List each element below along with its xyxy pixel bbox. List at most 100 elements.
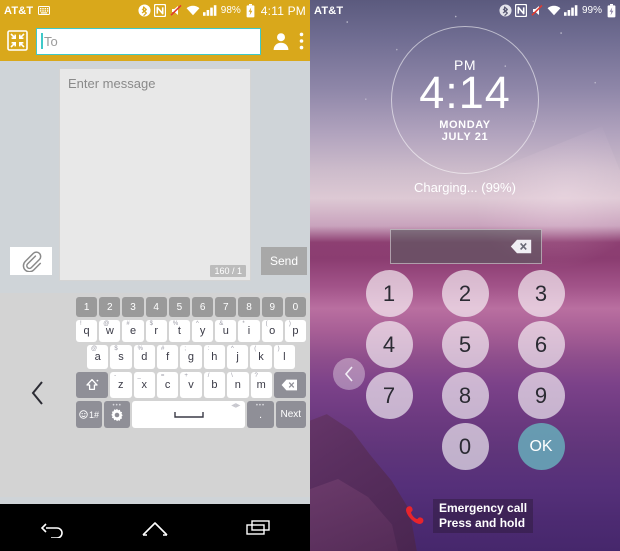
key-x[interactable]: _ x <box>133 372 155 398</box>
key-e-sup: # <box>126 321 130 327</box>
key-q-label: q <box>83 325 90 337</box>
shift-key[interactable] <box>76 372 109 398</box>
keypad-key-blank <box>366 423 413 470</box>
key-o-sup: ( <box>265 321 268 327</box>
backspace-key[interactable] <box>273 372 307 398</box>
key-z[interactable]: -z <box>110 372 132 398</box>
key-u-label: u <box>222 325 229 337</box>
keypad-key-6[interactable]: 6 <box>517 321 565 368</box>
keyboard-rows: 1 2 3 4 5 6 7 8 9 0 !q @w #e $r %t <box>76 297 307 431</box>
key-y[interactable]: ^ y <box>192 320 214 342</box>
key-7[interactable]: 7 <box>215 297 237 317</box>
app-bar: To <box>0 21 310 61</box>
clock-time: 4:14 <box>419 67 511 119</box>
key-s[interactable]: $ s <box>110 345 132 369</box>
key-c[interactable]: = c <box>156 372 179 398</box>
key-4[interactable]: 4 <box>145 297 167 317</box>
key-x-label: x <box>141 379 147 391</box>
pin-input-field[interactable] <box>390 229 542 264</box>
key-0[interactable]: 0 <box>284 297 307 317</box>
space-key[interactable]: ◀▶ <box>132 401 246 428</box>
contact-person-icon[interactable] <box>271 31 291 51</box>
message-input[interactable]: Enter message 160 / 1 <box>59 68 251 281</box>
nav-home-button[interactable] <box>129 513 181 543</box>
key-p[interactable]: ) p <box>284 320 307 342</box>
key-u[interactable]: & u <box>215 320 237 342</box>
key-g-sup: ; <box>184 346 186 352</box>
key-b[interactable]: / b <box>203 372 226 398</box>
status-bar-icons-lock: 99% <box>499 3 616 18</box>
key-e[interactable]: # e <box>122 320 144 342</box>
keyboard-settings-key[interactable]: ••• <box>104 401 131 428</box>
key-6[interactable]: 6 <box>192 297 214 317</box>
key-b-label: b <box>211 379 218 391</box>
key-r[interactable]: $ r <box>145 320 167 342</box>
keypad-key-2[interactable]: 2 <box>441 270 489 317</box>
keypad-key-ok[interactable]: OK <box>517 423 565 470</box>
keypad-key-4[interactable]: 4 <box>365 321 413 368</box>
key-a[interactable]: @ a <box>87 345 109 369</box>
key-y-sup: ^ <box>196 321 199 327</box>
next-key[interactable]: Next <box>275 401 307 428</box>
key-g[interactable]: ; g <box>180 345 202 369</box>
period-key[interactable]: ••• . <box>247 401 274 428</box>
send-button[interactable]: Send <box>261 247 307 275</box>
nav-recents-button[interactable] <box>232 513 284 543</box>
nfc-icon <box>514 4 527 17</box>
keypad-key-8[interactable]: 8 <box>441 372 489 419</box>
keypad-key-5[interactable]: 5 <box>441 321 489 368</box>
key-i[interactable]: * i <box>238 320 260 342</box>
key-d[interactable]: % d <box>133 345 155 369</box>
mute-icon <box>530 4 544 17</box>
key-o[interactable]: (o <box>261 320 283 342</box>
key-j-sup: ^ <box>230 346 234 352</box>
keypad-key-0[interactable]: 0 <box>441 423 489 470</box>
symbols-key[interactable]: 1# <box>76 401 103 428</box>
key-f-sup: # <box>160 346 165 352</box>
key-p-sup: ) <box>288 321 291 327</box>
key-g-label: g <box>187 351 195 363</box>
keypad-key-7[interactable]: 7 <box>365 372 413 419</box>
key-v[interactable]: + v <box>180 372 202 398</box>
key-j[interactable]: ^ j <box>226 345 249 369</box>
keypad-key-9[interactable]: 9 <box>517 372 565 419</box>
status-bar-right: AT&T 99% <box>310 0 620 21</box>
settings-key-dots: ••• <box>112 403 122 409</box>
key-w[interactable]: @ w <box>99 320 121 342</box>
key-l[interactable]: ) l <box>273 345 295 369</box>
key-n[interactable]: \ n <box>227 372 249 398</box>
key-v-label: v <box>188 379 194 391</box>
chevron-left-icon <box>342 365 356 383</box>
navigation-bar <box>0 504 310 551</box>
key-m[interactable]: ? m <box>250 372 272 398</box>
attach-button[interactable] <box>10 247 52 275</box>
key-9[interactable]: 9 <box>261 297 283 317</box>
key-w-sup: @ <box>103 321 110 327</box>
battery-charging-icon <box>607 3 616 18</box>
nav-back-button[interactable] <box>26 513 78 543</box>
key-i-label: i <box>247 325 251 337</box>
key-x-sup: _ <box>137 373 141 379</box>
recipient-input[interactable]: To <box>36 27 261 55</box>
key-3[interactable]: 3 <box>122 297 144 317</box>
key-2[interactable]: 2 <box>99 297 121 317</box>
key-q[interactable]: ! q <box>76 320 98 342</box>
key-t[interactable]: % t <box>168 320 191 342</box>
keyboard-resize-handle[interactable] <box>25 378 51 408</box>
key-k[interactable]: (k <box>250 345 272 369</box>
keypad-key-1[interactable]: 1 <box>365 270 413 317</box>
keypad-key-3[interactable]: 3 <box>517 270 565 317</box>
key-8[interactable]: 8 <box>238 297 260 317</box>
space-key-arrows: ◀▶ <box>231 403 241 409</box>
key-1[interactable]: 1 <box>76 297 98 317</box>
key-5[interactable]: 5 <box>168 297 191 317</box>
lock-back-button[interactable] <box>333 358 365 390</box>
emergency-call-button[interactable]: Emergency call Press and hold <box>405 499 534 533</box>
key-f[interactable]: # f <box>156 345 179 369</box>
backspace-icon[interactable] <box>510 239 532 254</box>
back-arrow-icon <box>38 518 66 538</box>
symbols-key-label: 1# <box>89 409 100 420</box>
overflow-menu-icon[interactable] <box>299 31 304 51</box>
collapse-arrows-icon[interactable] <box>6 29 30 53</box>
key-h[interactable]: :h <box>203 345 225 369</box>
